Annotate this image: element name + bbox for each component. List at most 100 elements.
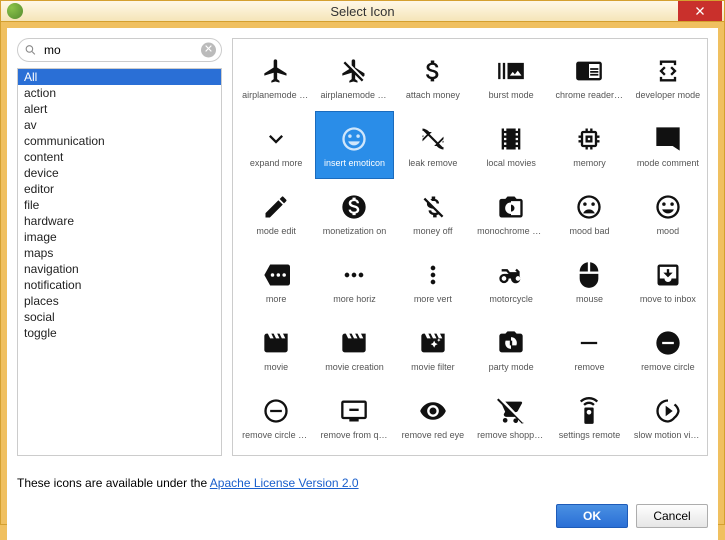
search-input[interactable] bbox=[17, 38, 222, 62]
icon-label: movie bbox=[264, 362, 288, 372]
left-pane: ✕ Allactionalertavcommunicationcontentde… bbox=[17, 38, 222, 456]
category-item[interactable]: toggle bbox=[18, 325, 221, 341]
icon-label: leak remove bbox=[408, 158, 457, 168]
icon-remove-circle[interactable]: remove circle bbox=[629, 315, 707, 383]
icon-mouse[interactable]: mouse bbox=[550, 247, 628, 315]
category-item[interactable]: editor bbox=[18, 181, 221, 197]
search-wrap: ✕ bbox=[17, 38, 222, 62]
burst-mode-icon bbox=[495, 55, 527, 87]
remove-shopping-cart-icon bbox=[495, 395, 527, 427]
icon-settings-remote[interactable]: settings remote bbox=[550, 383, 628, 451]
icon-burst-mode[interactable]: burst mode bbox=[472, 43, 550, 111]
category-item[interactable]: places bbox=[18, 293, 221, 309]
icon-movie-filter[interactable]: movie filter bbox=[394, 315, 472, 383]
icon-memory[interactable]: memory bbox=[550, 111, 628, 179]
category-item[interactable]: av bbox=[18, 117, 221, 133]
icon-insert-emoticon[interactable]: insert emoticon bbox=[315, 111, 393, 179]
icon-label: remove circle outli bbox=[242, 430, 310, 440]
icon-label: motorcycle bbox=[489, 294, 533, 304]
icon-label: settings remote bbox=[559, 430, 621, 440]
category-item[interactable]: maps bbox=[18, 245, 221, 261]
remove-red-eye-icon bbox=[417, 395, 449, 427]
icon-slow-motion-video[interactable]: slow motion video bbox=[629, 383, 707, 451]
icon-leak-remove[interactable]: leak remove bbox=[394, 111, 472, 179]
icon-label: mode comment bbox=[637, 158, 699, 168]
icon-mode-comment[interactable]: mode comment bbox=[629, 111, 707, 179]
category-item[interactable]: navigation bbox=[18, 261, 221, 277]
license-footer: These icons are available under the Apac… bbox=[7, 466, 718, 496]
icon-movie[interactable]: movie bbox=[237, 315, 315, 383]
icon-more-vert[interactable]: more vert bbox=[394, 247, 472, 315]
memory-icon bbox=[573, 123, 605, 155]
category-item[interactable]: communication bbox=[18, 133, 221, 149]
monochrome-photos-icon bbox=[495, 191, 527, 223]
party-mode-icon bbox=[495, 327, 527, 359]
icon-mood[interactable]: mood bbox=[629, 179, 707, 247]
icon-monochrome-photos[interactable]: monochrome pho bbox=[472, 179, 550, 247]
icon-remove-from-queue[interactable]: remove from que bbox=[315, 383, 393, 451]
icon-remove-shopping-cart[interactable]: remove shopping bbox=[472, 383, 550, 451]
icon-more[interactable]: more bbox=[237, 247, 315, 315]
icon-more-horiz[interactable]: more horiz bbox=[315, 247, 393, 315]
icon-label: remove from que bbox=[320, 430, 388, 440]
mood-icon bbox=[652, 191, 684, 223]
remove-circle-outline-icon bbox=[260, 395, 292, 427]
icon-grid-scroll[interactable]: airplanemode acti airplanemode ina attach … bbox=[232, 38, 708, 456]
icon-move-to-inbox[interactable]: move to inbox bbox=[629, 247, 707, 315]
category-item[interactable]: content bbox=[18, 149, 221, 165]
category-item[interactable]: social bbox=[18, 309, 221, 325]
category-item[interactable]: file bbox=[18, 197, 221, 213]
icon-motorcycle[interactable]: motorcycle bbox=[472, 247, 550, 315]
icon-remove-red-eye[interactable]: remove red eye bbox=[394, 383, 472, 451]
mode-comment-icon bbox=[652, 123, 684, 155]
icon-mood-bad[interactable]: mood bad bbox=[550, 179, 628, 247]
category-item[interactable]: action bbox=[18, 85, 221, 101]
icon-money-off[interactable]: money off bbox=[394, 179, 472, 247]
icon-label: mode edit bbox=[256, 226, 296, 236]
icon-airplanemode-inactive[interactable]: airplanemode ina bbox=[315, 43, 393, 111]
attach-money-icon bbox=[417, 55, 449, 87]
insert-emoticon-icon bbox=[338, 123, 370, 155]
icon-local-movies[interactable]: local movies bbox=[472, 111, 550, 179]
dialog-buttons: OK Cancel bbox=[7, 496, 718, 540]
mood-bad-icon bbox=[573, 191, 605, 223]
category-item[interactable]: notification bbox=[18, 277, 221, 293]
icon-attach-money[interactable]: attach money bbox=[394, 43, 472, 111]
license-text: These icons are available under the bbox=[17, 476, 210, 490]
movie-icon bbox=[260, 327, 292, 359]
icon-expand-more[interactable]: expand more bbox=[237, 111, 315, 179]
icon-party-mode[interactable]: party mode bbox=[472, 315, 550, 383]
local-movies-icon bbox=[495, 123, 527, 155]
airplanemode-inactive-icon bbox=[338, 55, 370, 87]
ok-button[interactable]: OK bbox=[556, 504, 628, 528]
license-link[interactable]: Apache License Version 2.0 bbox=[210, 476, 359, 490]
icon-label: chrome reader mo bbox=[555, 90, 623, 100]
icon-remove[interactable]: remove bbox=[550, 315, 628, 383]
airplanemode-active-icon bbox=[260, 55, 292, 87]
icon-label: more horiz bbox=[333, 294, 376, 304]
app-icon bbox=[7, 3, 23, 19]
icon-mode-edit[interactable]: mode edit bbox=[237, 179, 315, 247]
category-item[interactable]: hardware bbox=[18, 213, 221, 229]
select-icon-dialog: Select Icon ✕ Allactionalertavcommunicat… bbox=[0, 0, 725, 525]
category-item[interactable]: image bbox=[18, 229, 221, 245]
icon-developer-mode[interactable]: developer mode bbox=[629, 43, 707, 111]
remove-icon bbox=[573, 327, 605, 359]
icon-airplanemode-active[interactable]: airplanemode acti bbox=[237, 43, 315, 111]
clear-search-button[interactable]: ✕ bbox=[201, 43, 216, 58]
icon-label: monochrome pho bbox=[477, 226, 545, 236]
close-button[interactable] bbox=[678, 1, 722, 21]
category-item[interactable]: device bbox=[18, 165, 221, 181]
more-horiz-icon bbox=[338, 259, 370, 291]
icon-chrome-reader-mode[interactable]: chrome reader mo bbox=[550, 43, 628, 111]
icon-label: more bbox=[266, 294, 287, 304]
icon-remove-circle-outline[interactable]: remove circle outli bbox=[237, 383, 315, 451]
category-list[interactable]: Allactionalertavcommunicationcontentdevi… bbox=[17, 68, 222, 456]
icon-label: airplanemode ina bbox=[320, 90, 388, 100]
category-item[interactable]: All bbox=[18, 69, 221, 85]
category-item[interactable]: alert bbox=[18, 101, 221, 117]
cancel-button[interactable]: Cancel bbox=[636, 504, 708, 528]
icon-label: money off bbox=[413, 226, 452, 236]
icon-monetization-on[interactable]: monetization on bbox=[315, 179, 393, 247]
icon-movie-creation[interactable]: movie creation bbox=[315, 315, 393, 383]
